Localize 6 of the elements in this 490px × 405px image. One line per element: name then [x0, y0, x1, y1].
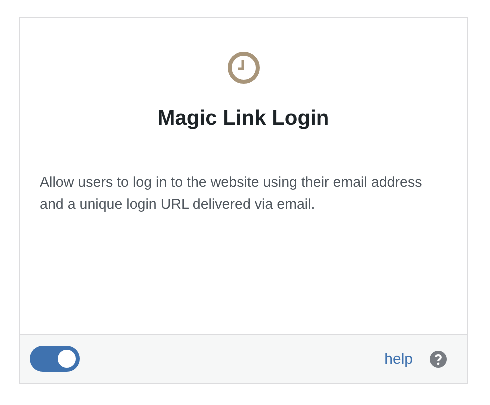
toggle-switch[interactable]	[30, 346, 80, 372]
help-icon[interactable]	[430, 350, 447, 368]
clock-icon	[226, 51, 260, 85]
card-title: Magic Link Login	[158, 107, 330, 131]
help-link[interactable]: help	[384, 350, 413, 368]
card-description: Allow users to log in to the website using their email address and a unique login URL delivered via email.	[40, 174, 424, 215]
